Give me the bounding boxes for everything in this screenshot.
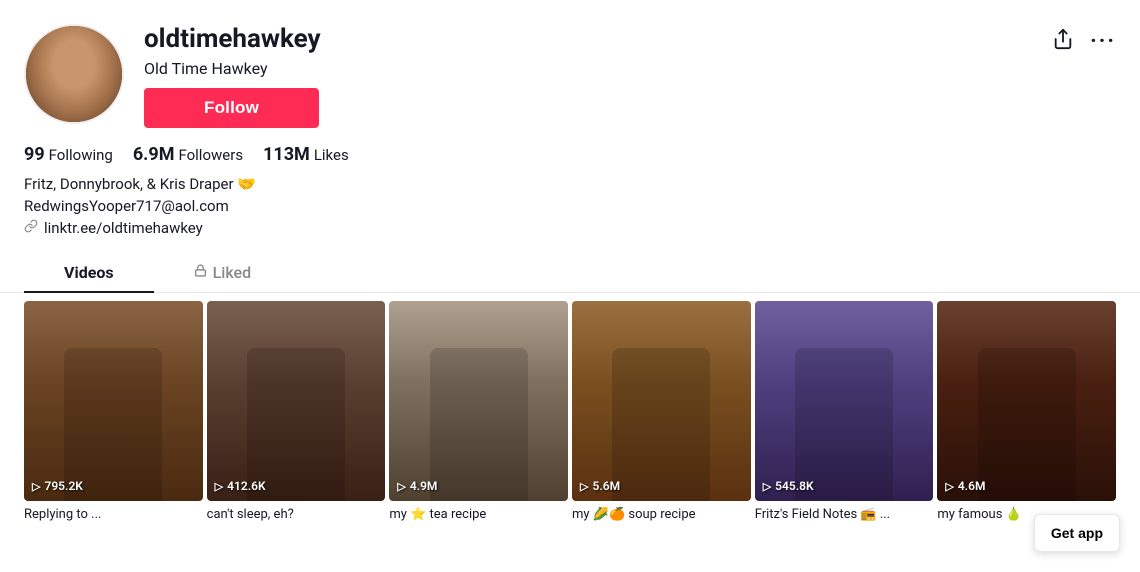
likes-label: Likes [314,146,349,164]
video-thumbnail: ▷ 545.8K [755,301,934,501]
video-figure [572,331,751,501]
video-figure [755,331,934,501]
video-thumbnail: ▷ 5.6M [572,301,751,501]
play-icon: ▷ [215,480,223,493]
avatar [24,24,124,124]
view-count: 5.6M [592,479,620,493]
follow-button[interactable]: Follow [144,88,319,128]
play-icon: ▷ [580,480,588,493]
play-icon: ▷ [763,480,771,493]
lock-icon [194,264,207,281]
following-stat: 99 Following [24,144,113,165]
view-count-overlay: ▷ 4.6M [945,479,985,493]
video-card[interactable]: ▷ 795.2K Replying to ... [24,301,203,524]
view-count-overlay: ▷ 412.6K [215,479,266,493]
play-icon: ▷ [32,480,40,493]
share-icon[interactable] [1052,28,1074,55]
username: oldtimehawkey [144,24,1032,55]
play-icon: ▷ [945,480,953,493]
view-count: 795.2K [44,479,82,493]
followers-stat: 6.9M Followers [133,144,243,165]
header-actions: ··· [1052,24,1116,55]
video-thumbnail: ▷ 4.9M [389,301,568,501]
profile-info: oldtimehawkey Old Time Hawkey Follow [144,24,1032,128]
tab-liked-label: Liked [213,263,252,282]
tabs-section: Videos Liked [0,253,1140,293]
video-title: Replying to ... [24,507,203,524]
view-count: 4.9M [410,479,438,493]
video-title: can't sleep, eh? [207,507,386,524]
likes-count: 113M [263,144,310,165]
view-count: 412.6K [227,479,265,493]
display-name: Old Time Hawkey [144,59,1032,78]
get-app-button[interactable]: Get app [1034,514,1120,552]
bio-line-1: Fritz, Donnybrook, & Kris Draper 🤝 [24,175,1116,193]
followers-count: 6.9M [133,144,175,165]
video-figure [937,331,1116,501]
video-figure [389,331,568,501]
view-count-overlay: ▷ 545.8K [763,479,814,493]
bio-line-2: RedwingsYooper717@aol.com [24,197,1116,215]
followers-label: Followers [178,146,243,164]
profile-section: oldtimehawkey Old Time Hawkey Follow ···… [0,0,1140,237]
link-icon [24,219,38,237]
video-figure [24,331,203,501]
profile-header: oldtimehawkey Old Time Hawkey Follow ··· [24,24,1116,128]
view-count-overlay: ▷ 5.6M [580,479,620,493]
link-line: linktr.ee/oldtimehawkey [24,219,1116,237]
avatar-image [26,26,122,122]
play-icon: ▷ [397,480,405,493]
video-card[interactable]: ▷ 5.6M my 🌽🍊 soup recipe [572,301,751,524]
view-count-overlay: ▷ 4.9M [397,479,437,493]
link-text[interactable]: linktr.ee/oldtimehawkey [44,219,203,237]
tab-videos-label: Videos [64,263,114,282]
video-card[interactable]: ▷4.6Mmy famous 🍐 [937,301,1116,524]
video-card[interactable]: ▷ 545.8K Fritz's Field Notes 📻 ... [755,301,934,524]
view-count: 545.8K [775,479,813,493]
stats-row: 99 Following 6.9M Followers 113M Likes [24,144,1116,165]
more-options-icon[interactable]: ··· [1090,29,1116,54]
view-count-overlay: ▷ 795.2K [32,479,83,493]
tab-videos[interactable]: Videos [24,253,154,292]
tab-liked[interactable]: Liked [154,253,292,292]
following-label: Following [49,146,113,164]
video-figure [207,331,386,501]
following-count: 99 [24,144,45,165]
video-title: Fritz's Field Notes 📻 ... [755,507,934,524]
videos-grid: ▷ 795.2K Replying to ... ▷ 412.6K can't sleep… [0,293,1140,532]
video-title: my 🌽🍊 soup recipe [572,507,751,524]
video-thumbnail: ▷ 4.6M [937,301,1116,501]
video-title: my ⭐ tea recipe [389,507,568,524]
video-thumbnail: ▷ 412.6K [207,301,386,501]
likes-stat: 113M Likes [263,144,349,165]
view-count: 4.6M [958,479,986,493]
video-thumbnail: ▷ 795.2K [24,301,203,501]
video-card[interactable]: ▷ 4.9M my ⭐ tea recipe [389,301,568,524]
video-card[interactable]: ▷ 412.6K can't sleep, eh? [207,301,386,524]
